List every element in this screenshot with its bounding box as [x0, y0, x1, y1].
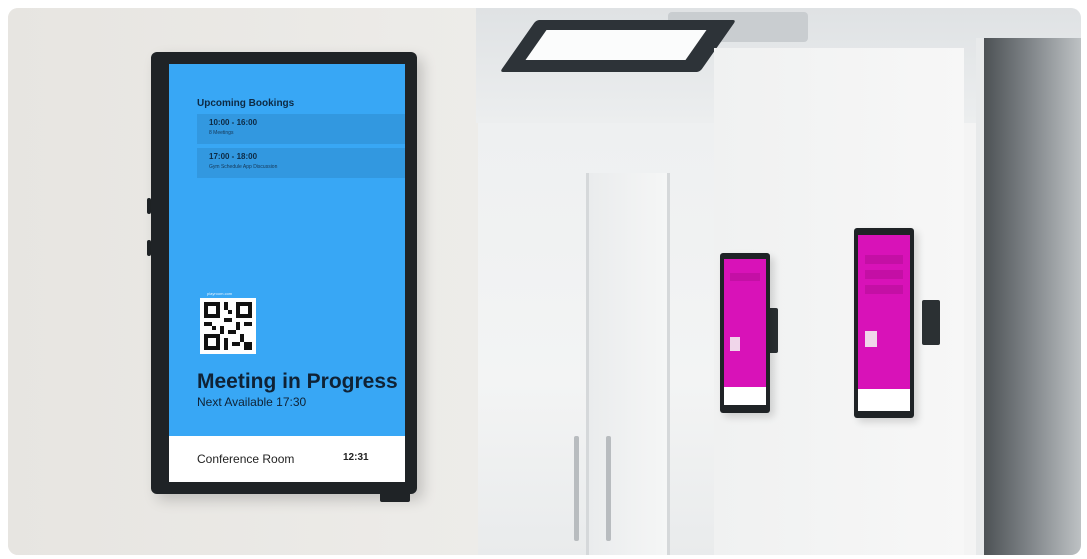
small-booking-row: [865, 255, 903, 264]
office-photo: Upcoming Bookings 10:00 - 16:00 8 Meetin…: [8, 8, 1081, 555]
qr-code[interactable]: [200, 298, 256, 354]
booking-time: 10:00 - 16:00: [209, 118, 258, 127]
qr-code-icon: [204, 302, 252, 350]
meeting-status: Meeting in Progress: [197, 370, 398, 393]
small-booking-row: [865, 270, 903, 279]
clock: 12:31: [343, 452, 369, 463]
room-name: Conference Room: [197, 452, 295, 466]
booking-description: 8 Meetings: [209, 130, 234, 136]
booking-time: 17:00 - 18:00: [209, 152, 258, 161]
small-display-screen: [858, 235, 910, 411]
small-room-display: [854, 228, 914, 418]
small-display-screen: [724, 259, 766, 405]
glass-door: [586, 173, 670, 555]
small-booking-row: [865, 285, 903, 294]
small-room-display: [720, 253, 770, 413]
booking-description: Gym Schedule App Discussion: [209, 164, 278, 170]
small-booking-row: [730, 273, 760, 281]
small-display-footer: [724, 387, 766, 405]
upcoming-bookings-title: Upcoming Bookings: [197, 98, 295, 109]
booking-row[interactable]: 17:00 - 18:00 Gym Schedule App Discussio…: [197, 148, 405, 178]
small-qr-code: [730, 337, 740, 351]
ceiling-light-glow: [525, 30, 707, 60]
wall-mount-bracket: [922, 300, 940, 345]
booking-row[interactable]: 10:00 - 16:00 8 Meetings: [197, 114, 405, 144]
display-footer: Conference Room 12:31: [169, 436, 405, 482]
display-bottom-tab: [380, 494, 410, 502]
small-display-footer: [858, 389, 910, 411]
next-available: Next Available 17:30: [197, 395, 307, 409]
small-qr-code: [865, 331, 877, 347]
door-handle: [574, 436, 579, 541]
qr-caption: playroom.com: [207, 291, 233, 296]
door-handle: [606, 436, 611, 541]
glass-partition: [976, 38, 1081, 555]
main-room-display-screen: Upcoming Bookings 10:00 - 16:00 8 Meetin…: [169, 64, 405, 482]
